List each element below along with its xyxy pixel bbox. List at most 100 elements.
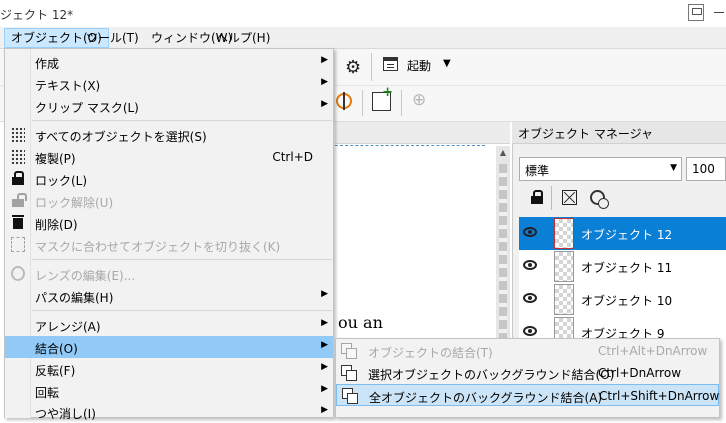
menu-item-label: 削除(D) xyxy=(35,218,78,232)
toolbar-divider xyxy=(371,53,372,81)
menu-item-crop-to-mask: マスクに合わせてオブジェクトを切り抜く(K) xyxy=(5,234,333,256)
lock-icon xyxy=(11,171,25,186)
submenu-item-label: 全オブジェクトのバックグラウンド結合(A) xyxy=(369,391,603,405)
ruler xyxy=(335,122,510,144)
menu-item-label: レンズの編集(E)... xyxy=(35,269,136,283)
crop-to-mask-icon xyxy=(11,237,25,252)
menu-bar: オブジェクト(O) ツール(T) ウィンドウ(W) ヘルプ(H) xyxy=(0,27,726,49)
menu-item-lock[interactable]: ロック(L) xyxy=(5,168,333,190)
mirror-icon[interactable] xyxy=(336,92,352,110)
menu-item-edit-lens: レンズの編集(E)... xyxy=(5,263,333,285)
chevron-right-icon: ▶ xyxy=(321,318,328,328)
menu-item-label: つや消し(I) xyxy=(35,407,96,421)
chevron-right-icon: ▶ xyxy=(321,99,328,109)
submenu-item-combine-objects: オブジェクトの結合(T) Ctrl+Alt+DnArrow xyxy=(336,340,719,362)
chevron-right-icon: ▶ xyxy=(321,340,328,350)
combine-icon xyxy=(341,343,357,359)
new-object-icon[interactable] xyxy=(372,85,393,111)
lens-icon xyxy=(11,266,25,281)
menu-item-create[interactable]: 作成 ▶ xyxy=(5,51,333,73)
chevron-right-icon: ▶ xyxy=(321,362,328,372)
toolbar-divider xyxy=(401,90,402,116)
menu-separator xyxy=(32,120,332,121)
menu-tools[interactable]: ツール(T) xyxy=(80,28,145,48)
menu-item-label: ロック(L) xyxy=(35,174,88,188)
combine-all-background-icon xyxy=(342,388,358,404)
menu-item-label: アレンジ(A) xyxy=(35,320,101,334)
menu-help[interactable]: ヘルプ(H) xyxy=(210,28,276,48)
delete-object-icon[interactable] xyxy=(562,190,577,205)
object-thumbnail xyxy=(554,284,574,315)
object-row[interactable]: オブジェクト 12 xyxy=(519,217,726,250)
eye-icon[interactable] xyxy=(523,293,537,303)
window-title: ジェクト 12* xyxy=(0,8,74,22)
eye-icon[interactable] xyxy=(523,227,537,237)
menu-separator xyxy=(32,259,332,260)
object-row[interactable]: オブジェクト 11 xyxy=(519,250,726,283)
chevron-right-icon: ▶ xyxy=(321,55,328,65)
merge-icon[interactable] xyxy=(590,190,609,209)
menu-item-label: すべてのオブジェクトを選択(S) xyxy=(35,130,207,144)
minimize-icon[interactable] xyxy=(714,12,724,13)
menu-item-label: 結合(O) xyxy=(35,342,78,356)
gear-icon[interactable]: ⚙ xyxy=(345,57,361,78)
style-select[interactable]: 標準 ▼ xyxy=(519,157,682,181)
menu-item-text[interactable]: テキスト(X) ▶ xyxy=(5,73,333,95)
chevron-right-icon: ▶ xyxy=(321,384,328,394)
submenu-item-combine-all-background[interactable]: 全オブジェクトのバックグラウンド結合(A) Ctrl+Shift+DnArrow xyxy=(336,384,719,406)
menu-item-label: ロック解除(U) xyxy=(35,196,114,210)
menu-item-combine[interactable]: 結合(O) ▶ xyxy=(5,336,333,358)
menu-item-duplicate[interactable]: 複製(P) Ctrl+D xyxy=(5,146,333,168)
launch-icon[interactable] xyxy=(383,57,398,71)
menu-item-unlock: ロック解除(U) xyxy=(5,190,333,212)
menu-item-label: マスクに合わせてオブジェクトを切り抜く(K) xyxy=(35,240,281,254)
scroll-up-icon[interactable]: ▲ xyxy=(496,148,510,160)
page-border xyxy=(335,145,485,146)
submenu-item-shortcut: Ctrl+DnArrow xyxy=(598,366,682,380)
menu-separator xyxy=(32,310,332,311)
object-name: オブジェクト 12 xyxy=(581,228,673,242)
object-name: オブジェクト 11 xyxy=(581,261,673,275)
menu-item-label: 作成 xyxy=(35,57,60,71)
submenu-item-combine-selected-background[interactable]: 選択オブジェクトのバックグラウンド結合(O) Ctrl+DnArrow xyxy=(336,362,719,384)
restore-icon[interactable] xyxy=(688,4,704,21)
menu-item-delete[interactable]: 削除(D) xyxy=(5,212,333,234)
panel-divider xyxy=(551,186,552,210)
chevron-right-icon: ▶ xyxy=(321,77,328,87)
duplicate-icon xyxy=(11,149,25,164)
menu-item-label: クリップ マスク(L) xyxy=(35,101,139,115)
panel-header: オブジェクト マネージャ xyxy=(512,122,726,144)
lock-icon[interactable] xyxy=(531,190,543,204)
menu-item-edit-path[interactable]: パスの編集(H) ▶ xyxy=(5,285,333,307)
title-bar: ジェクト 12* xyxy=(0,0,726,27)
object-thumbnail xyxy=(554,251,574,282)
submenu-item-label: 選択オブジェクトのバックグラウンド結合(O) xyxy=(368,368,615,382)
launch-button[interactable]: 起動 xyxy=(407,57,431,74)
menu-item-matte[interactable]: つや消し(I) ▶ xyxy=(5,401,333,423)
menu-item-label: 回転 xyxy=(35,386,60,400)
chevron-right-icon: ▶ xyxy=(321,405,328,415)
object-thumbnail xyxy=(554,218,574,249)
submenu-item-shortcut: Ctrl+Shift+DnArrow xyxy=(599,389,720,403)
menu-item-arrange[interactable]: アレンジ(A) ▶ xyxy=(5,314,333,336)
unlock-icon xyxy=(11,193,27,208)
chevron-right-icon: ▶ xyxy=(321,289,328,299)
menu-item-label: テキスト(X) xyxy=(35,79,101,93)
eye-icon[interactable] xyxy=(523,326,537,336)
document-text-line: ou an xyxy=(338,313,383,332)
trash-icon xyxy=(11,215,25,230)
menu-item-label: 複製(P) xyxy=(35,152,76,166)
menu-item-flip[interactable]: 反転(F) ▶ xyxy=(5,358,333,380)
submenu-item-label: オブジェクトの結合(T) xyxy=(368,346,493,360)
eye-icon[interactable] xyxy=(523,260,537,270)
menu-item-select-all[interactable]: すべてのオブジェクトを選択(S) xyxy=(5,124,333,146)
object-row[interactable]: オブジェクト 10 xyxy=(519,283,726,316)
menu-item-label: 反転(F) xyxy=(35,364,76,378)
size-field[interactable]: 100 xyxy=(686,157,726,181)
menu-item-clip-mask[interactable]: クリップ マスク(L) ▶ xyxy=(5,95,333,117)
chevron-down-icon[interactable]: ▼ xyxy=(443,58,451,69)
toolbar-divider xyxy=(362,90,363,116)
plus-circle-icon[interactable]: ⊕ xyxy=(412,90,426,110)
menu-item-rotate[interactable]: 回転 ▶ xyxy=(5,380,333,402)
style-select-value: 標準 xyxy=(525,164,550,178)
